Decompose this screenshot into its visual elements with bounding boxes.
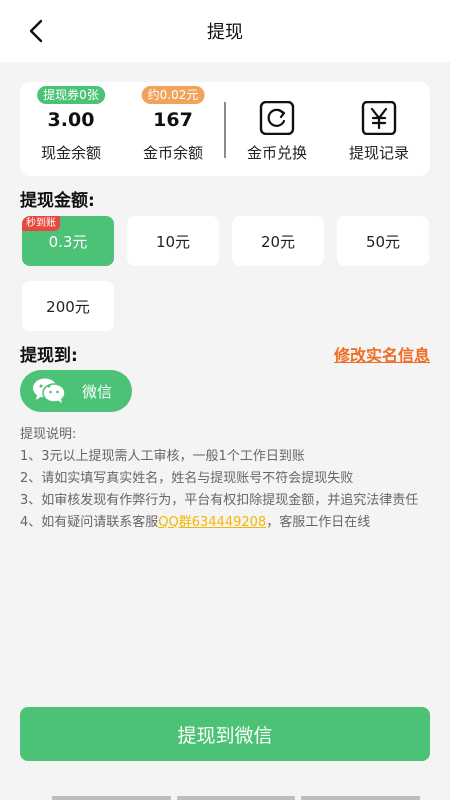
notes-line-1: 1、3元以上提现需人工审核，一般1个工作日到账 [20,449,305,464]
amount-label: 0.3元 [48,232,88,251]
withdraw-to-wechat-button[interactable]: 提现到微信 [20,707,430,761]
wechat-label: 微信 [82,383,113,401]
nav-bar: 提现 [0,0,450,62]
yen-icon [361,101,397,135]
amount-option-10[interactable]: 10元 [127,216,219,266]
refresh-icon [259,101,295,135]
amount-option-200[interactable]: 200元 [22,281,114,331]
wechat-icon [33,378,66,403]
notes-line-4-suffix: ，客服工作日在线 [266,515,371,530]
amount-label: 20元 [260,232,296,251]
withdraw-notes: 提现说明: 1、3元以上提现需人工审核，一般1个工作日到账 2、请如实填写真实姓… [20,424,430,534]
notes-line-4: 4、如有疑问请联系客服QQ群634449208，客服工作日在线 [20,512,430,534]
edit-realname-link[interactable]: 修改实名信息 [334,342,430,366]
cash-balance: 提现券0张 3.00 现金余额 [20,82,122,176]
withdraw-to-title: 提现到: [20,346,78,366]
cash-balance-label: 现金余额 [40,144,101,162]
notes-line-4-prefix: 4、如有疑问请联系客服 [20,515,159,530]
amount-label: 200元 [46,297,90,316]
coin-exchange-label: 金币兑换 [246,144,307,162]
notes-line-3: 3、如审核发现有作弊行为，平台有权扣除提现金额，并追究法律责任 [20,493,419,508]
coin-balance-label: 金币余额 [142,144,203,162]
withdraw-records-label: 提现记录 [348,144,409,162]
strip-segment [52,796,171,800]
amount-option-0-3[interactable]: 秒到账 0.3元 [22,216,114,266]
notes-line-2: 2、请如实填写真实姓名，姓名与提现账号不符会提现失败 [20,471,354,486]
cash-balance-value: 3.00 [47,109,95,131]
amount-option-50[interactable]: 50元 [337,216,429,266]
bottom-nav-strip [52,796,421,800]
qq-group-link[interactable]: QQ群634449208 [158,515,266,530]
balance-card: 提现券0张 3.00 现金余额 约0.02元 167 金币余额 金币兑换 提现记… [20,82,430,176]
coin-value-badge: 约0.02元 [141,86,205,104]
amount-label: 50元 [365,232,401,251]
notes-title: 提现说明: [20,427,77,442]
amount-label: 10元 [155,232,191,251]
page-title: 提现 [207,22,243,43]
coin-balance-value: 167 [153,109,193,131]
withdraw-records-button[interactable]: 提现记录 [328,82,430,176]
instant-tag: 秒到账 [22,216,60,231]
strip-segment [176,796,296,800]
back-button[interactable] [22,17,50,45]
strip-segment [301,796,421,800]
amount-option-20[interactable]: 20元 [232,216,324,266]
voucher-badge: 提现券0张 [37,86,105,104]
wechat-method-button[interactable]: 微信 [20,370,132,412]
coin-exchange-button[interactable]: 金币兑换 [226,82,328,176]
amount-section-title: 提现金额: [20,191,95,211]
chevron-left-icon [29,19,43,43]
coin-balance: 约0.02元 167 金币余额 [122,82,224,176]
